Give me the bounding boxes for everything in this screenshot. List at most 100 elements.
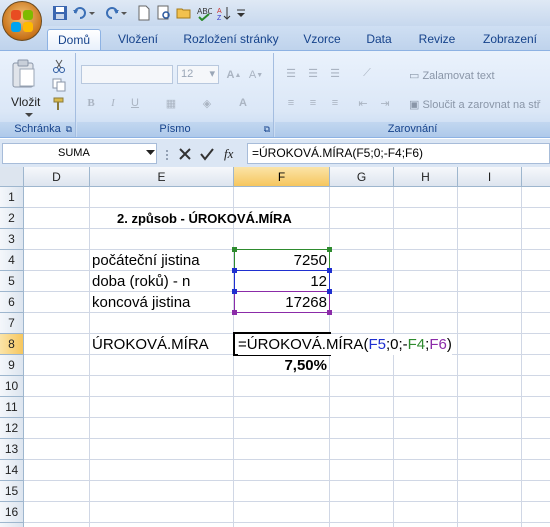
cut-icon[interactable] [52, 59, 66, 73]
align-center-icon[interactable]: ≡ [303, 93, 323, 113]
save-icon[interactable] [52, 5, 68, 21]
shrink-font-icon[interactable]: A ▼ [246, 65, 266, 85]
alignment-group: ☰ ☰ ☰ ⟋ ≡ ≡ ≡ ⇤ ⇥ ▭ Zalamovat text ▣ Slo… [275, 53, 550, 137]
new-document-icon[interactable] [136, 5, 152, 21]
align-right-icon[interactable]: ≡ [325, 93, 345, 113]
wrap-text-button[interactable]: ▭ Zalamovat text [409, 69, 495, 82]
row-header-16[interactable]: 16 [0, 502, 24, 523]
formula-input[interactable]: =ÚROKOVÁ.MÍRA(F5;0;-F4;F6) [247, 143, 550, 164]
paste-dropdown-icon[interactable] [24, 112, 34, 118]
reference-box-f4 [234, 249, 330, 271]
name-box-dropdown-icon[interactable] [146, 150, 155, 156]
label-years: doba (roků) - n [92, 273, 191, 290]
undo-icon[interactable] [72, 5, 88, 21]
column-header-d[interactable]: D [24, 167, 90, 187]
open-folder-icon[interactable] [176, 5, 192, 21]
decrease-indent-icon[interactable]: ⇤ [353, 93, 373, 113]
row-header-3[interactable]: 3 [0, 229, 24, 250]
grow-font-icon[interactable]: A ▲ [224, 65, 244, 85]
fill-color-icon[interactable]: ◈ [197, 93, 217, 113]
bold-icon[interactable]: B [81, 93, 101, 113]
insert-function-button[interactable]: fx [224, 146, 233, 162]
reference-box-f5 [234, 270, 330, 292]
row-header-14[interactable]: 14 [0, 460, 24, 481]
label-rate-function: ÚROKOVÁ.MÍRA [92, 336, 209, 353]
cell-f9[interactable]: 7,50% [234, 355, 330, 376]
tab-insert[interactable]: Vložení [110, 29, 166, 50]
increase-indent-icon[interactable]: ⇥ [375, 93, 395, 113]
column-header-e[interactable]: E [90, 167, 234, 187]
font-size-box[interactable]: 12 ▾ [177, 65, 219, 84]
format-painter-icon[interactable] [52, 97, 66, 111]
column-header-partial[interactable] [522, 167, 550, 187]
column-header-g[interactable]: G [330, 167, 394, 187]
row-header-7[interactable]: 7 [0, 313, 24, 334]
spelling-icon[interactable]: ABC [196, 5, 212, 21]
quick-access-toolbar: ABC AZ [0, 0, 550, 41]
label-final-principal: koncová jistina [92, 294, 191, 311]
svg-text:A: A [217, 8, 222, 15]
undo-dropdown-icon[interactable] [88, 5, 96, 21]
redo-icon[interactable] [104, 5, 120, 21]
office-logo-icon [11, 10, 33, 32]
row-header-11[interactable]: 11 [0, 397, 24, 418]
wrap-text-label: Zalamovat text [422, 70, 495, 82]
name-box[interactable]: SUMA [2, 143, 157, 164]
paste-button-label[interactable]: Vložit [11, 95, 40, 109]
row-header-5[interactable]: 5 [0, 271, 24, 292]
align-left-icon[interactable]: ≡ [281, 93, 301, 113]
row-header-10[interactable]: 10 [0, 376, 24, 397]
office-button[interactable] [2, 1, 42, 41]
tab-page-layout[interactable]: Rozložení stránky [175, 29, 287, 50]
gridline-horizontal [24, 522, 550, 523]
underline-icon[interactable]: U [125, 93, 145, 113]
tab-view[interactable]: Zobrazení [472, 29, 548, 50]
ribbon-tabs: Domů Vložení Rozložení stránky Vzorce Da… [0, 26, 550, 50]
gridline-horizontal [24, 501, 550, 502]
orientation-icon[interactable]: ⟋ [357, 63, 377, 83]
row-header-12[interactable]: 12 [0, 418, 24, 439]
svg-text:Z: Z [217, 15, 222, 21]
copy-icon[interactable] [52, 78, 66, 92]
row-header-15[interactable]: 15 [0, 481, 24, 502]
italic-icon[interactable]: I [103, 93, 123, 113]
select-all-button[interactable] [0, 167, 24, 187]
font-name-box[interactable] [81, 65, 173, 84]
customize-qat-icon[interactable] [236, 5, 246, 21]
align-middle-icon[interactable]: ☰ [303, 63, 323, 83]
row-header-2[interactable]: 2 [0, 208, 24, 229]
merge-center-button[interactable]: ▣ Sloučit a zarovnat na stř [409, 98, 540, 111]
column-header-h[interactable]: H [394, 167, 458, 187]
cancel-icon[interactable] [176, 146, 194, 162]
tab-review[interactable]: Revize [410, 29, 464, 50]
row-header-1[interactable]: 1 [0, 187, 24, 208]
column-header-f[interactable]: F [234, 167, 330, 187]
row-header-8[interactable]: 8 [0, 334, 24, 355]
tab-home[interactable]: Domů [47, 29, 101, 50]
dialog-launcher-icon[interactable]: ⧉ [66, 122, 72, 137]
cell-f8-edit-formula[interactable]: =ÚROKOVÁ.MÍRA(F5;0;-F4;F6) [238, 334, 452, 355]
gridline-horizontal [24, 480, 550, 481]
clipboard-group-label: Schránka ⧉ [0, 122, 75, 137]
row-header-17[interactable]: 17 [0, 523, 24, 527]
row-header-13[interactable]: 13 [0, 439, 24, 460]
align-top-icon[interactable]: ☰ [281, 63, 301, 83]
row-header-4[interactable]: 4 [0, 250, 24, 271]
align-bottom-icon[interactable]: ☰ [325, 63, 345, 83]
gridline-horizontal [24, 459, 550, 460]
column-header-i[interactable]: I [458, 167, 522, 187]
sort-icon[interactable]: AZ [216, 5, 232, 21]
resize-handle-icon[interactable] [164, 146, 176, 162]
borders-icon[interactable]: ▦ [161, 93, 181, 113]
row-header-6[interactable]: 6 [0, 292, 24, 313]
paste-icon[interactable] [10, 59, 38, 89]
print-preview-icon[interactable] [156, 5, 172, 21]
gridline-horizontal [24, 396, 550, 397]
dialog-launcher-icon[interactable]: ⧉ [264, 122, 270, 137]
enter-icon[interactable] [198, 146, 216, 162]
tab-data[interactable]: Data [356, 29, 402, 50]
redo-dropdown-icon[interactable] [120, 5, 128, 21]
row-header-9[interactable]: 9 [0, 355, 24, 376]
tab-formulas[interactable]: Vzorce [296, 29, 348, 50]
font-color-icon[interactable]: A [233, 93, 253, 113]
